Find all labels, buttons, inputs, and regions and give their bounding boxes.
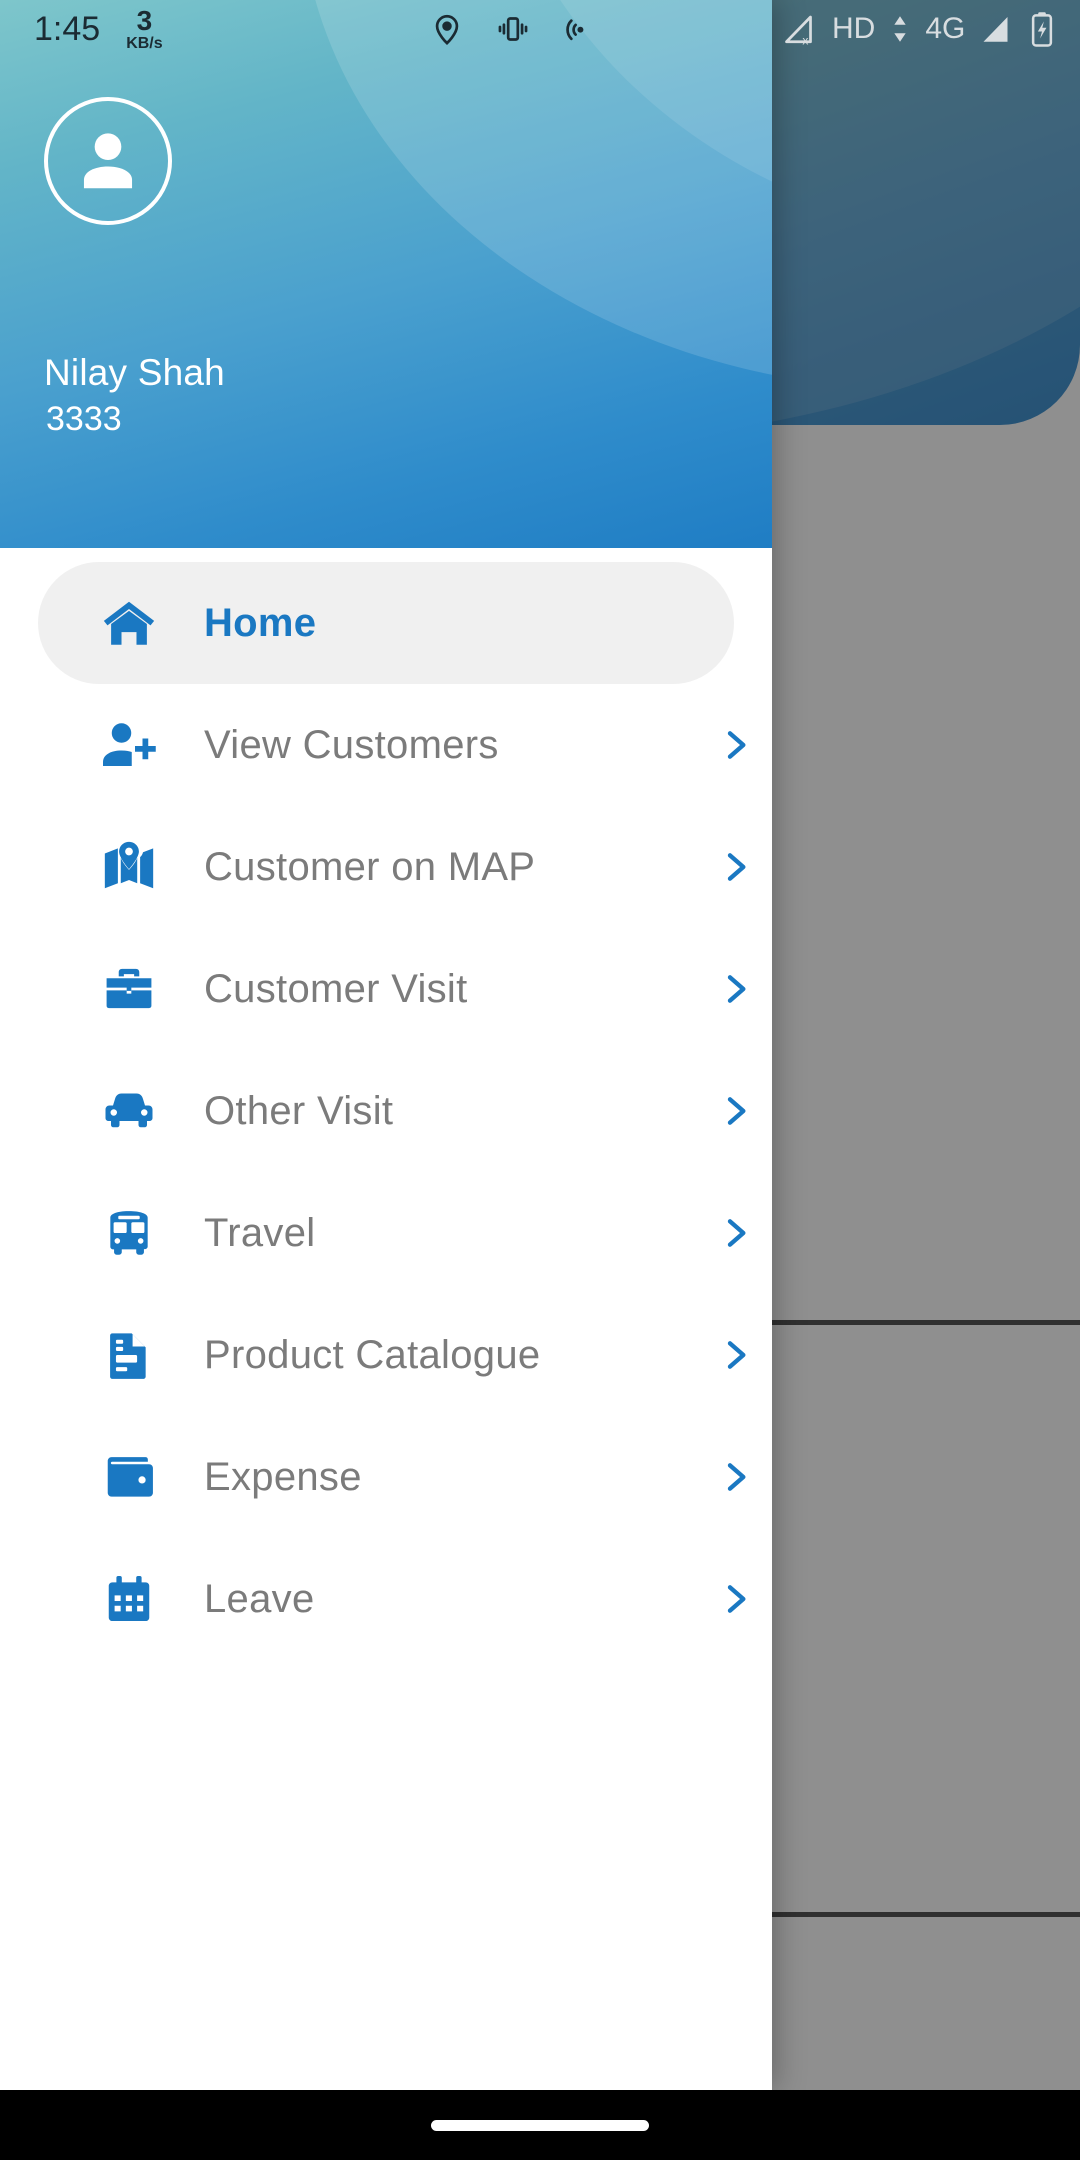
sidebar-item-label: Expense [204,1454,362,1499]
chevron-right-icon[interactable] [712,966,758,1012]
network-4g-label: 4G [925,12,966,45]
svg-text:x: x [802,34,808,47]
status-icons-left-group [430,0,596,58]
user-avatar-icon [83,133,133,189]
location-icon [435,14,459,46]
signal-bars-icon [983,17,1008,42]
sidebar-item-customer-on-map[interactable]: Customer on MAP [38,806,746,928]
profile-name: Nilay Shah [44,352,225,393]
sidebar-item-label: Product Catalogue [204,1332,541,1377]
chevron-right-icon[interactable] [712,1454,758,1500]
chevron-right-icon[interactable] [712,844,758,890]
hd-label: HD [832,12,876,45]
status-icons-right-group: x HD 4G [772,0,1080,58]
briefcase-icon [96,956,162,1022]
sidebar-item-customer-visit[interactable]: Customer Visit [38,928,746,1050]
wallet-icon [96,1444,162,1510]
sidebar-item-other-visit[interactable]: Other Visit [38,1050,746,1172]
sidebar-item-label: Customer on MAP [204,844,536,889]
vibrate-icon [498,17,528,41]
status-bar: 1:45 3 KB/s [0,0,772,58]
bus-icon [96,1200,162,1266]
sidebar-item-product-catalogue[interactable]: Product Catalogue [38,1294,746,1416]
signal-off-icon: x [785,15,812,47]
sidebar-item-label: Home [204,600,317,645]
chevron-right-icon[interactable] [712,1576,758,1622]
chevron-right-icon[interactable] [712,722,758,768]
network-speed-value: 3 [136,4,153,36]
system-navigation-bar [0,2090,1080,2160]
network-speed-indicator: 3 KB/s [126,4,163,52]
sidebar-item-leave[interactable]: Leave [38,1538,746,1660]
chevron-right-icon[interactable] [712,1332,758,1378]
navigation-drawer: Nilay Shah 3333 Home View Customers Cust… [0,0,772,2090]
calendar-icon [96,1566,162,1632]
document-icon [96,1322,162,1388]
sidebar-item-travel[interactable]: Travel [38,1172,746,1294]
network-speed-unit: KB/s [126,34,163,52]
sidebar-item-label: Other Visit [204,1088,394,1133]
data-transfer-icon [894,16,907,42]
sidebar-item-view-customers[interactable]: View Customers [38,684,746,806]
sidebar-item-label: Customer Visit [204,966,468,1011]
home-indicator[interactable] [431,2119,649,2131]
person-add-icon [96,712,162,778]
sidebar-item-label: Travel [204,1210,316,1255]
map-pin-icon [96,834,162,900]
battery-charging-icon [1032,12,1053,47]
home-icon [96,590,162,656]
drawer-menu-list: Home View Customers Customer on MAP Cust… [0,548,772,1660]
sidebar-item-home[interactable]: Home [38,562,734,684]
sidebar-item-expense[interactable]: Expense [38,1416,746,1538]
sidebar-item-label: Leave [204,1576,315,1621]
sidebar-item-label: View Customers [204,722,499,767]
hotspot-icon [566,19,584,41]
chevron-right-icon[interactable] [712,1088,758,1134]
profile-id: 3333 [46,400,122,438]
drawer-header: Nilay Shah 3333 [0,0,772,548]
avatar[interactable] [44,97,172,225]
status-time: 1:45 [34,9,101,48]
chevron-right-icon[interactable] [712,1210,758,1256]
car-icon [96,1078,162,1144]
